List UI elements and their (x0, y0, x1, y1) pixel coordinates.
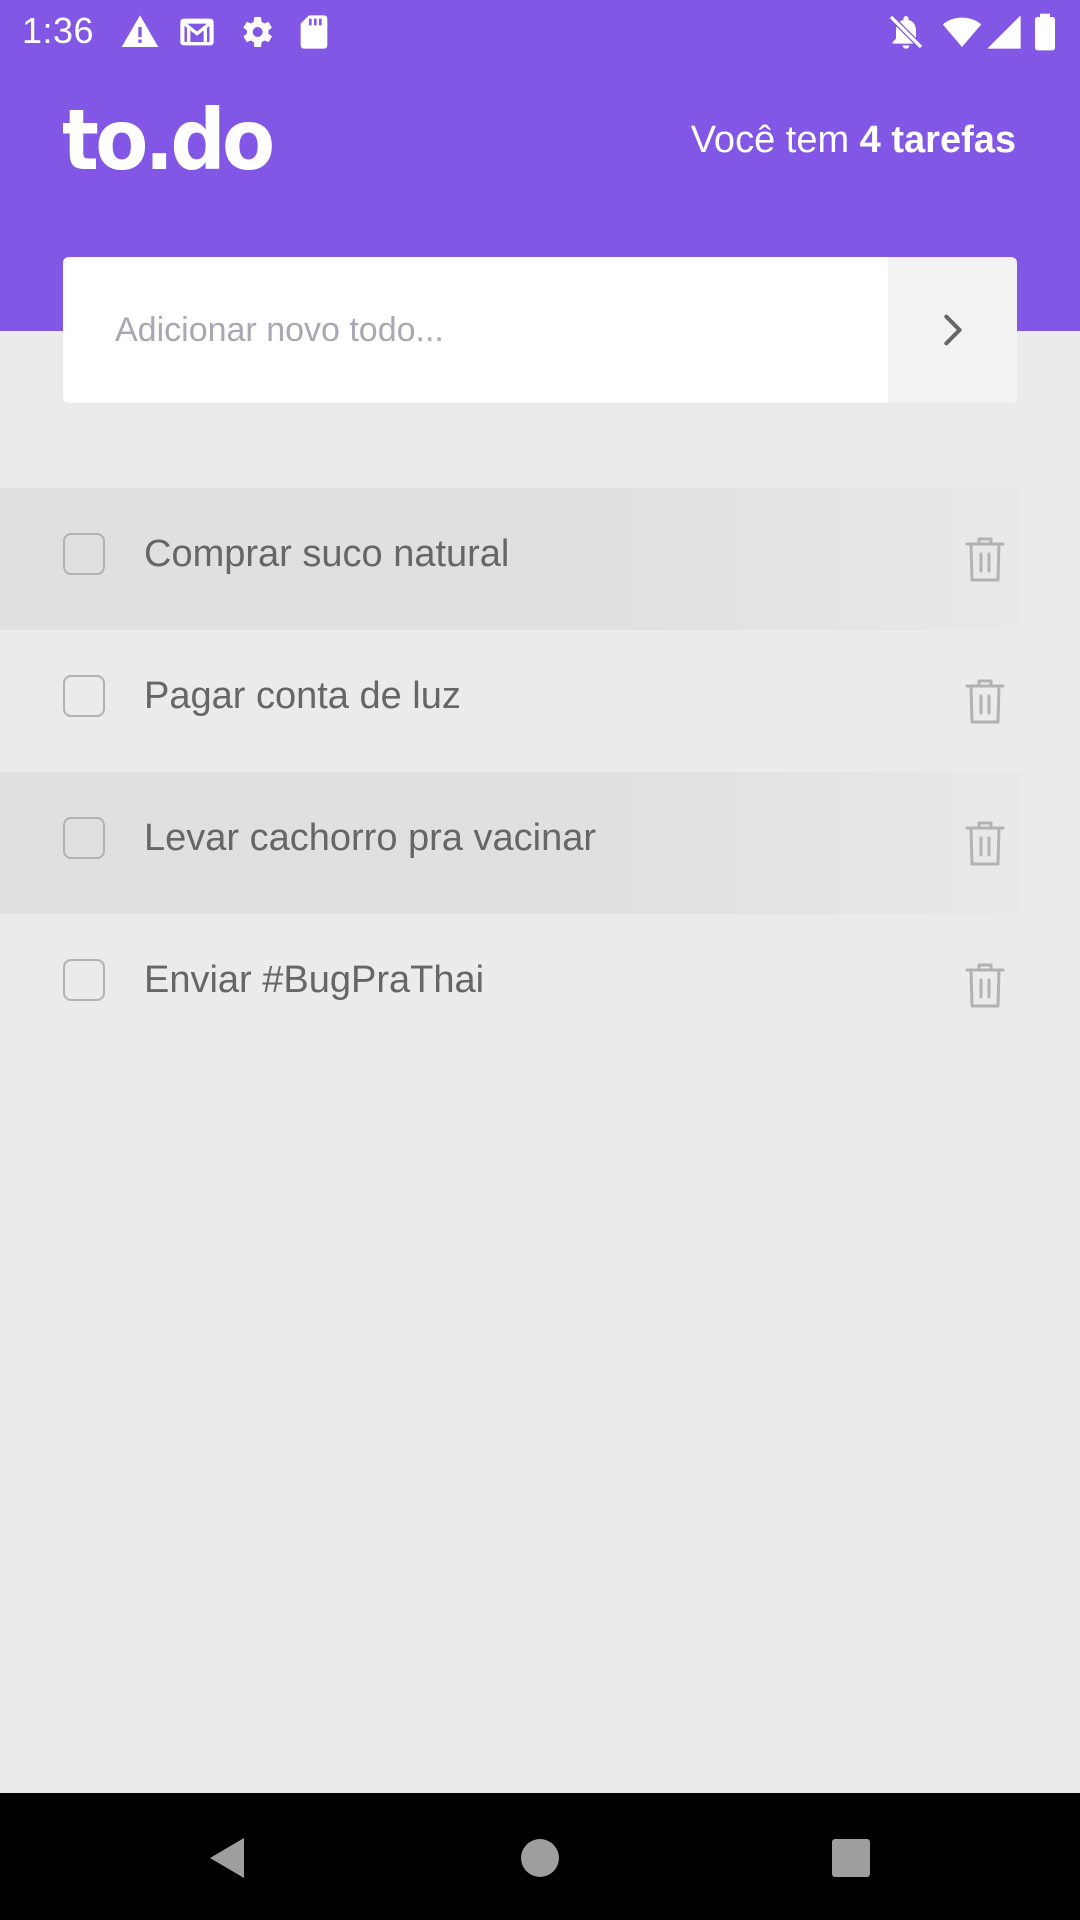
gear-icon (236, 12, 276, 52)
task-checkbox[interactable] (63, 817, 105, 859)
task-item: Comprar suco natural (0, 488, 1080, 630)
task-item: Levar cachorro pra vacinar (0, 772, 1080, 914)
task-count: Você tem 4 tarefas (691, 118, 1016, 164)
warning-icon (120, 12, 160, 52)
recents-icon[interactable] (826, 1833, 876, 1883)
chevron-right-icon (943, 314, 962, 346)
task-count-value: 4 tarefas (859, 119, 1016, 161)
task-checkbox[interactable] (63, 533, 105, 575)
task-checkbox[interactable] (63, 959, 105, 1001)
task-checkbox[interactable] (63, 675, 105, 717)
status-time: 1:36 (22, 10, 95, 51)
navigation-bar (0, 1793, 1080, 1920)
delete-task-button[interactable] (964, 534, 1006, 584)
cell-signal-icon (984, 12, 1024, 52)
task-title: Comprar suco natural (144, 533, 510, 575)
task-title: Enviar #BugPraThai (144, 959, 485, 1001)
delete-task-button[interactable] (964, 960, 1006, 1010)
battery-icon (1030, 12, 1060, 52)
task-list: Comprar suco natural Pagar conta de luz … (0, 488, 1080, 1056)
delete-task-button[interactable] (964, 676, 1006, 726)
home-icon[interactable] (515, 1833, 565, 1883)
task-count-prefix: Você tem (690, 119, 860, 161)
task-title: Pagar conta de luz (144, 675, 461, 717)
trash-icon (965, 537, 1005, 582)
wifi-icon (942, 12, 982, 52)
new-todo-form (63, 257, 1017, 403)
status-bar: 1:36 (0, 0, 1080, 63)
gmail-icon (177, 12, 217, 52)
trash-icon (965, 821, 1005, 866)
sd-card-icon (294, 12, 334, 52)
task-item: Enviar #BugPraThai (0, 914, 1080, 1056)
screen: 1:36 to.do Você tem 4 tarefas Adicionar … (0, 0, 1080, 1920)
add-todo-button[interactable] (888, 257, 1017, 403)
notifications-off-icon (886, 12, 926, 52)
new-todo-input[interactable] (63, 257, 888, 403)
back-icon[interactable] (202, 1833, 252, 1883)
task-item: Pagar conta de luz (0, 630, 1080, 772)
task-title: Levar cachorro pra vacinar (144, 817, 596, 859)
trash-icon (965, 679, 1005, 724)
delete-task-button[interactable] (964, 818, 1006, 868)
trash-icon (965, 963, 1005, 1008)
app-logo: to.do (62, 91, 275, 189)
